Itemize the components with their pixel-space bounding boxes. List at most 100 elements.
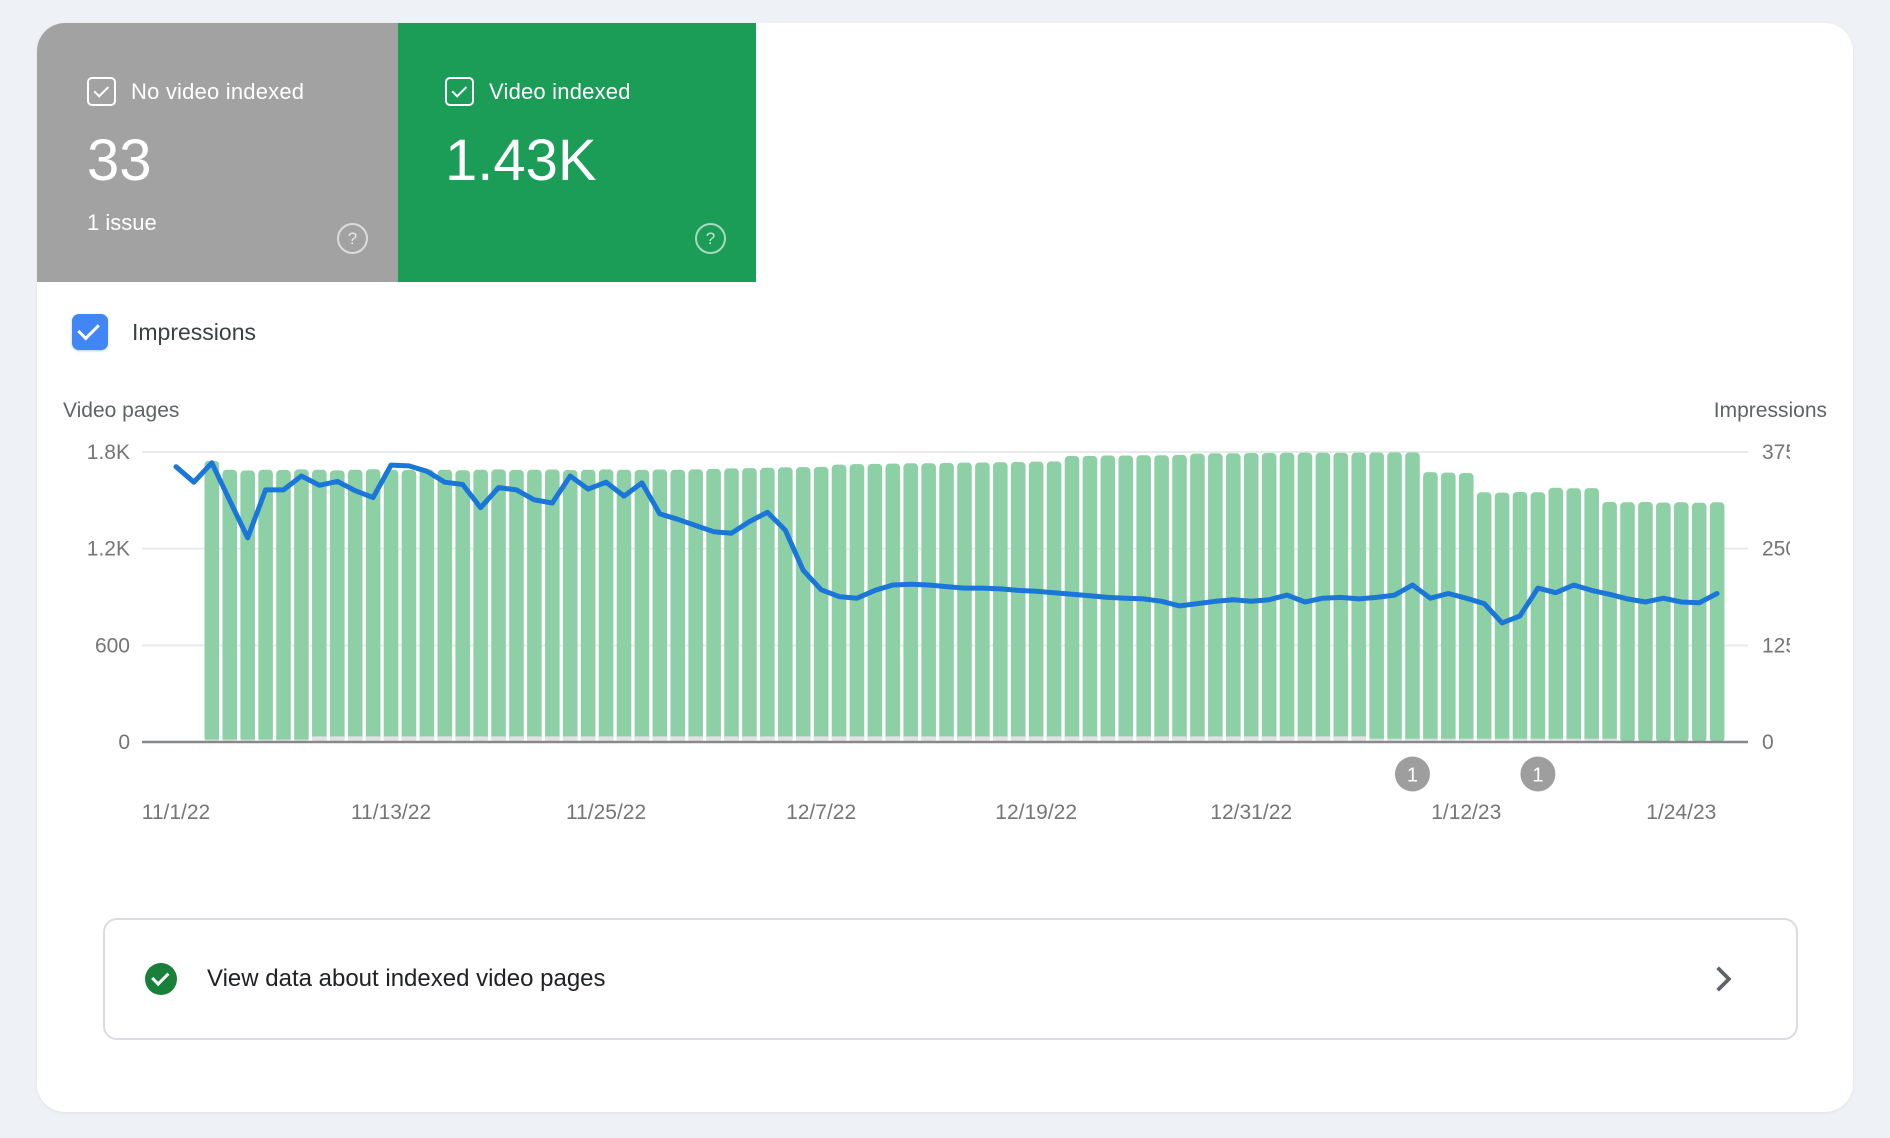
indexed-bar[interactable] (312, 470, 327, 742)
x-axis-date-label: 11/25/22 (566, 801, 646, 824)
checkmark-icon (93, 82, 109, 98)
indexed-bar[interactable] (814, 467, 829, 742)
indexed-bar[interactable] (509, 470, 524, 742)
indexed-bar[interactable] (742, 468, 757, 742)
indexed-bar[interactable] (993, 462, 1008, 742)
indexed-bar[interactable] (1638, 502, 1653, 742)
indexed-bar[interactable] (402, 470, 417, 742)
indexed-bar[interactable] (1298, 453, 1313, 742)
indexed-bar[interactable] (706, 469, 721, 742)
no-video-indexed-count: 33 (87, 132, 398, 190)
indexed-bar[interactable] (240, 471, 255, 742)
indexed-bar[interactable] (205, 461, 220, 742)
indexed-bar[interactable] (1190, 454, 1205, 742)
indexed-bar[interactable] (796, 467, 811, 742)
indexed-bar[interactable] (491, 469, 506, 742)
indexed-bar[interactable] (1584, 488, 1599, 742)
indexed-bar[interactable] (1602, 502, 1617, 742)
left-axis-tick: 1.8K (87, 441, 130, 464)
indexed-bar[interactable] (1011, 462, 1026, 742)
indexed-bar[interactable] (1566, 488, 1581, 742)
metric-card-no-video-indexed[interactable]: No video indexed 33 1 issue ? (37, 23, 398, 282)
indexed-bar[interactable] (1441, 473, 1456, 742)
indexed-bar[interactable] (1065, 456, 1080, 742)
x-axis-date-label: 1/12/23 (1431, 801, 1501, 824)
indexed-bar[interactable] (886, 464, 901, 742)
x-axis-date-label: 11/1/22 (142, 801, 211, 824)
indexed-bar[interactable] (1674, 502, 1689, 742)
indexed-bar[interactable] (1029, 462, 1044, 742)
indexed-bar[interactable] (832, 465, 847, 742)
left-axis-tick: 600 (95, 634, 130, 657)
checkmark-icon (451, 82, 467, 98)
indexed-bar[interactable] (921, 463, 936, 742)
indexed-bar[interactable] (384, 470, 399, 742)
left-axis-tick: 0 (118, 731, 130, 754)
right-axis-tick: 375K (1762, 441, 1790, 464)
video-indexed-checkbox[interactable] (445, 77, 474, 106)
indexed-bar[interactable] (635, 470, 650, 742)
indexed-bar[interactable] (1656, 503, 1671, 742)
indexed-bar[interactable] (1477, 492, 1492, 742)
indexed-bar[interactable] (850, 464, 865, 742)
indexed-bar[interactable] (1047, 461, 1062, 742)
indexed-bar[interactable] (1405, 452, 1420, 742)
indexed-bar[interactable] (294, 469, 309, 742)
right-axis-tick: 250K (1762, 538, 1790, 561)
issue-badge-count: 1 (1532, 765, 1543, 787)
indexed-bar[interactable] (688, 469, 703, 742)
card-label: Video indexed (489, 79, 631, 105)
right-axis-tick: 0 (1762, 731, 1774, 754)
help-icon[interactable]: ? (695, 223, 726, 254)
x-axis-date-label: 11/13/22 (351, 801, 431, 824)
indexed-bar[interactable] (599, 469, 614, 742)
indexed-bar[interactable] (473, 470, 488, 742)
card-label: No video indexed (131, 79, 304, 105)
indexed-bar[interactable] (724, 468, 739, 742)
indexed-bar[interactable] (1710, 502, 1725, 742)
x-axis-date-label: 12/19/22 (995, 801, 1077, 824)
indexed-bar[interactable] (903, 463, 918, 742)
indexed-bar[interactable] (670, 470, 685, 742)
indexed-bar[interactable] (1692, 503, 1707, 742)
indexed-bar[interactable] (1620, 502, 1635, 742)
indexed-bar[interactable] (778, 467, 793, 742)
indexing-chart[interactable]: 111.8K1.2K6000375K250K125K011/1/2211/13/… (60, 395, 1790, 835)
indexed-bar[interactable] (276, 470, 291, 742)
x-axis-date-label: 1/24/23 (1646, 801, 1716, 824)
no-video-indexed-checkbox[interactable] (87, 77, 116, 106)
chart-area: 111.8K1.2K6000375K250K125K011/1/2211/13/… (60, 395, 1790, 835)
indexed-bar[interactable] (330, 470, 345, 742)
indexed-bar[interactable] (1423, 472, 1438, 742)
indexed-bar[interactable] (760, 468, 775, 742)
indexed-bar[interactable] (366, 469, 381, 742)
indexed-bar[interactable] (563, 470, 578, 742)
indexed-bar[interactable] (348, 470, 363, 742)
view-data-link[interactable]: View data about indexed video pages (103, 918, 1798, 1040)
indexed-bar[interactable] (527, 470, 542, 742)
indexed-bar[interactable] (438, 470, 453, 742)
indexed-bar[interactable] (1531, 492, 1546, 742)
indexed-bar[interactable] (957, 463, 972, 742)
indexed-bar[interactable] (1083, 456, 1098, 742)
right-axis-tick: 125K (1762, 634, 1790, 657)
indexed-bar[interactable] (975, 462, 990, 742)
indexed-bar[interactable] (939, 463, 954, 742)
indexed-bar[interactable] (455, 470, 470, 742)
indexed-bar[interactable] (581, 470, 596, 742)
impressions-checkbox[interactable] (72, 314, 108, 350)
indexed-bar[interactable] (1172, 455, 1187, 742)
indexed-bar[interactable] (617, 470, 632, 742)
indexed-bar[interactable] (868, 464, 883, 742)
indexed-bar[interactable] (1208, 453, 1223, 742)
indexed-bar[interactable] (420, 470, 435, 742)
video-indexed-count: 1.43K (445, 132, 756, 190)
indexed-bar[interactable] (1549, 488, 1564, 742)
indexed-bar[interactable] (545, 470, 560, 742)
checkmark-icon (151, 968, 169, 986)
impressions-toggle-row: Impressions (72, 314, 256, 350)
indexed-bar[interactable] (1459, 473, 1474, 742)
indexed-bar[interactable] (1244, 453, 1259, 742)
metric-card-video-indexed[interactable]: Video indexed 1.43K ? (398, 23, 756, 282)
help-icon[interactable]: ? (337, 223, 368, 254)
